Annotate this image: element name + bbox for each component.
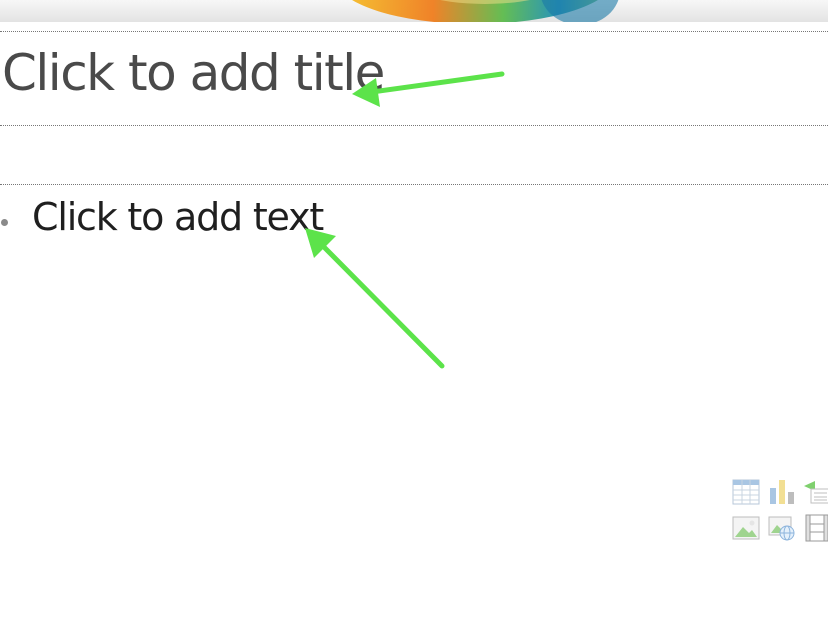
insert-chart-icon[interactable] — [768, 478, 796, 506]
insert-table-icon[interactable] — [732, 478, 760, 506]
insert-video-icon[interactable] — [803, 514, 828, 542]
annotation-arrows — [305, 71, 505, 369]
insert-picture-icon[interactable] — [732, 514, 760, 542]
insert-online-picture-icon[interactable] — [768, 514, 796, 542]
arrow-to-text — [305, 228, 445, 369]
arrow-to-title — [352, 71, 505, 107]
insert-smartart-icon[interactable] — [803, 478, 828, 506]
